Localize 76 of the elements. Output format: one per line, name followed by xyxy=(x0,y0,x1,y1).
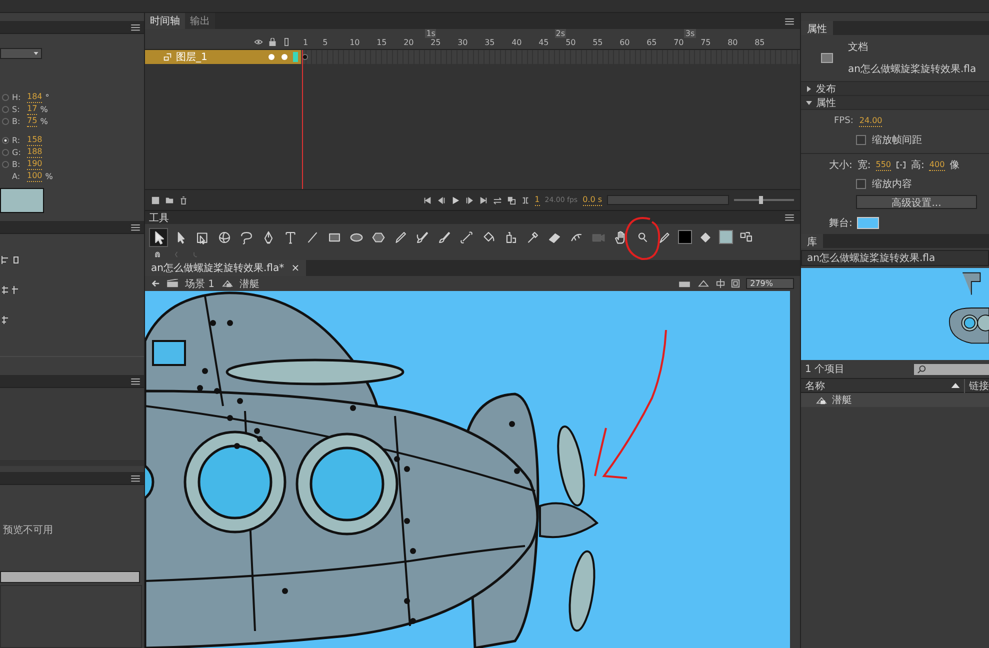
stage-label: 舞台: xyxy=(829,216,852,230)
channel-label: S: xyxy=(12,104,21,114)
fps-label: FPS: xyxy=(834,116,854,126)
height-value[interactable]: 400 xyxy=(929,160,945,170)
channel-value[interactable]: 184 xyxy=(27,92,42,102)
panel-tab[interactable]: 时间轴 xyxy=(145,13,185,29)
channel-label: B: xyxy=(12,116,22,126)
unit-label: 像 xyxy=(950,159,960,172)
symbol-link[interactable]: 潜艇 xyxy=(240,276,260,290)
frame-number: 15 xyxy=(376,38,387,47)
width-value[interactable]: 550 xyxy=(876,160,892,170)
unit-label: % xyxy=(45,172,53,180)
frame-number: 55 xyxy=(592,38,603,47)
channel-label: A: xyxy=(12,172,22,180)
frame-number: 40 xyxy=(512,38,522,47)
channel-value[interactable]: 188 xyxy=(27,146,42,158)
panel-title: 工具 xyxy=(149,212,169,224)
frame-number: 85 xyxy=(754,38,765,47)
advanced-settings-button[interactable]: 高级设置... xyxy=(856,195,977,209)
frame-number: 1 xyxy=(303,38,308,47)
channel-value[interactable]: 17 xyxy=(27,104,38,114)
close-button[interactable]: × xyxy=(291,263,300,274)
seconds-label: 3s xyxy=(684,29,696,38)
library-item[interactable]: 潜艇 xyxy=(801,393,989,407)
width-label: 宽: xyxy=(857,158,871,172)
layer-name: 图层_1 xyxy=(176,51,208,64)
channel-value[interactable]: 75 xyxy=(27,116,38,126)
channel-value[interactable]: 100 xyxy=(27,170,42,182)
frame-number: 75 xyxy=(700,38,711,47)
scene-link[interactable]: 场景 1 xyxy=(185,276,215,290)
elapsed-time[interactable]: 0.0 s xyxy=(582,194,602,206)
item-count: 1 个项目 xyxy=(805,363,845,376)
channel-label: H: xyxy=(12,92,22,102)
channel-label: R: xyxy=(12,136,22,144)
channel-label: B: xyxy=(12,160,22,168)
channel-value[interactable]: 158 xyxy=(27,134,42,146)
zoom-dropdown[interactable]: 279% xyxy=(746,278,794,289)
section-header[interactable]: 属性 xyxy=(801,96,989,110)
panel-tab[interactable]: 属性 xyxy=(801,21,833,35)
frame-number: 20 xyxy=(404,38,414,47)
section-title: 属性 xyxy=(816,96,836,110)
frame-number: 65 xyxy=(646,38,657,47)
section-header[interactable]: 发布 xyxy=(801,82,989,96)
frame-number: 35 xyxy=(484,38,495,47)
document-tab[interactable]: an怎么做螺旋桨旋转效果.fla* × xyxy=(145,260,306,276)
frame-number: 45 xyxy=(538,38,549,47)
seconds-label: 2s xyxy=(554,29,566,38)
library-document-dropdown[interactable]: an怎么做螺旋桨旋转效果.fla xyxy=(801,250,989,266)
panel-tab[interactable]: 库 xyxy=(801,234,823,248)
fps-value[interactable]: 24.00 xyxy=(859,116,882,126)
height-label: 高: xyxy=(911,158,924,172)
unit-label: % xyxy=(40,104,48,114)
file-name: an怎么做螺旋桨旋转效果.fla xyxy=(848,62,976,76)
frame-number: 5 xyxy=(322,38,328,47)
frame-number: 10 xyxy=(350,38,360,47)
frame-number: 50 xyxy=(566,38,576,47)
size-label: 大小: xyxy=(829,158,852,172)
unit-label: % xyxy=(40,116,48,126)
channel-label: G: xyxy=(12,148,22,156)
seconds-label: 1s xyxy=(425,29,436,38)
preview-message: 预览不可用 xyxy=(2,524,54,537)
column-header[interactable]: 名称 xyxy=(805,378,825,392)
current-frame[interactable]: 1 xyxy=(534,194,540,206)
checkbox-label: 缩放内容 xyxy=(872,178,912,191)
unit-label: ° xyxy=(45,92,50,102)
frame-number: 30 xyxy=(458,38,468,47)
channel-value[interactable]: 190 xyxy=(27,158,42,170)
frame-number: 80 xyxy=(728,38,738,47)
section-title: 发布 xyxy=(816,82,836,96)
frame-number: 70 xyxy=(674,38,684,47)
document-type: 文档 xyxy=(848,40,869,54)
checkbox-label: 缩放帧间距 xyxy=(872,134,922,147)
layer-row[interactable]: 图层_1 xyxy=(145,50,301,64)
frame-number: 25 xyxy=(430,38,441,47)
frame-number: 60 xyxy=(620,38,630,47)
panel-tab[interactable]: 输出 xyxy=(185,13,215,29)
